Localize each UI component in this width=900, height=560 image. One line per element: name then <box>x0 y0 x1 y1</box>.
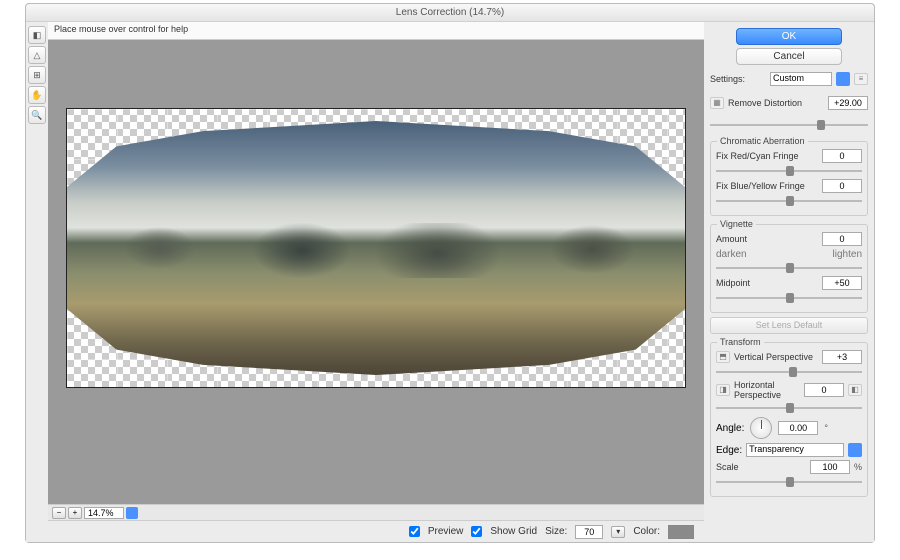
hand-tool-icon[interactable]: ✋ <box>28 86 46 104</box>
preview-checkbox[interactable] <box>409 526 420 537</box>
showgrid-checkbox[interactable] <box>471 526 482 537</box>
zoom-dropdown-icon[interactable] <box>126 507 138 519</box>
help-hint: Place mouse over control for help <box>48 22 704 40</box>
red-fringe-input[interactable] <box>822 149 862 163</box>
vpersp-input[interactable] <box>822 350 862 364</box>
grid-color-swatch[interactable] <box>668 525 694 539</box>
blue-fringe-label: Fix Blue/Yellow Fringe <box>716 181 818 191</box>
blue-fringe-input[interactable] <box>822 179 862 193</box>
ok-button[interactable]: OK <box>736 28 842 45</box>
darken-label: darken <box>716 249 747 260</box>
angle-label: Angle: <box>716 423 744 434</box>
remove-distortion-tool-icon[interactable]: ◧ <box>28 26 46 44</box>
zoom-bar: − + 14.7% <box>48 504 704 520</box>
preview-canvas[interactable] <box>66 108 686 388</box>
vpersp-icon[interactable]: ⬒ <box>716 351 730 363</box>
edge-label: Edge: <box>716 445 742 456</box>
edge-value: Transparency <box>746 443 844 457</box>
scale-label: Scale <box>716 462 806 472</box>
hpersp-icon[interactable]: ◨ <box>716 384 730 396</box>
settings-menu-icon[interactable]: ≡ <box>854 73 868 85</box>
center-area: Place mouse over control for help − + 14… <box>48 22 704 542</box>
remove-distortion-input[interactable] <box>828 96 868 110</box>
settings-label: Settings: <box>710 74 766 84</box>
remove-distortion-label: Remove Distortion <box>728 98 824 108</box>
chromatic-group: Chromatic Aberration Fix Red/Cyan Fringe… <box>710 141 868 216</box>
grid-size-input[interactable] <box>575 525 603 539</box>
zoom-out-button[interactable]: − <box>52 507 66 519</box>
angle-input[interactable] <box>778 421 818 435</box>
size-label: Size: <box>545 526 567 537</box>
color-label: Color: <box>633 526 660 537</box>
set-lens-default-button[interactable]: Set Lens Default <box>710 317 868 334</box>
straighten-tool-icon[interactable]: △ <box>28 46 46 64</box>
blue-fringe-slider[interactable] <box>716 196 862 206</box>
red-fringe-slider[interactable] <box>716 166 862 176</box>
lens-correction-dialog: Lens Correction (14.7%) ◧ △ ⊞ ✋ 🔍 Place … <box>25 3 875 543</box>
settings-dropdown-icon[interactable] <box>836 72 850 86</box>
midpoint-input[interactable] <box>822 276 862 290</box>
angle-dial[interactable] <box>750 417 772 439</box>
settings-value: Custom <box>770 72 832 86</box>
move-grid-tool-icon[interactable]: ⊞ <box>28 66 46 84</box>
zoom-in-button[interactable]: + <box>68 507 82 519</box>
lighten-label: lighten <box>833 249 862 260</box>
midpoint-label: Midpoint <box>716 278 818 288</box>
angle-unit: ° <box>824 423 828 433</box>
red-fringe-label: Fix Red/Cyan Fringe <box>716 151 818 161</box>
scale-input[interactable] <box>810 460 850 474</box>
chromatic-title: Chromatic Aberration <box>717 136 808 146</box>
canvas-area <box>48 40 704 504</box>
vpersp-slider[interactable] <box>716 367 862 377</box>
transform-group: Transform ⬒Vertical Perspective ◨Horizon… <box>710 342 868 497</box>
hpersp-icon-right[interactable]: ◧ <box>848 384 862 396</box>
dialog-body: ◧ △ ⊞ ✋ 🔍 Place mouse over control for h… <box>26 22 874 542</box>
window-title: Lens Correction (14.7%) <box>26 4 874 22</box>
cancel-button[interactable]: Cancel <box>736 48 842 65</box>
controls-panel: OK Cancel Settings: Custom ≡ ▦ Remove Di… <box>704 22 874 542</box>
vignette-group: Vignette Amount darkenlighten Midpoint <box>710 224 868 313</box>
transform-title: Transform <box>717 337 764 347</box>
zoom-value[interactable]: 14.7% <box>84 507 124 519</box>
tool-column: ◧ △ ⊞ ✋ 🔍 <box>26 22 48 542</box>
preview-label: Preview <box>428 526 464 537</box>
scale-slider[interactable] <box>716 477 862 487</box>
showgrid-label: Show Grid <box>490 526 537 537</box>
panorama-image <box>67 121 685 375</box>
vpersp-label: Vertical Perspective <box>734 352 818 362</box>
hpersp-slider[interactable] <box>716 403 862 413</box>
size-stepper-icon[interactable]: ▾ <box>611 526 625 538</box>
footer-bar: Preview Show Grid Size: ▾ Color: <box>48 520 704 542</box>
scale-unit: % <box>854 462 862 472</box>
amount-slider[interactable] <box>716 263 862 273</box>
amount-label: Amount <box>716 234 818 244</box>
edge-dropdown-icon[interactable] <box>848 443 862 457</box>
zoom-tool-icon[interactable]: 🔍 <box>28 106 46 124</box>
hpersp-label: Horizontal Perspective <box>734 380 800 400</box>
remove-distortion-slider[interactable] <box>710 120 868 130</box>
amount-input[interactable] <box>822 232 862 246</box>
vignette-title: Vignette <box>717 219 756 229</box>
distortion-preset-icon[interactable]: ▦ <box>710 97 724 109</box>
midpoint-slider[interactable] <box>716 293 862 303</box>
hpersp-input[interactable] <box>804 383 844 397</box>
